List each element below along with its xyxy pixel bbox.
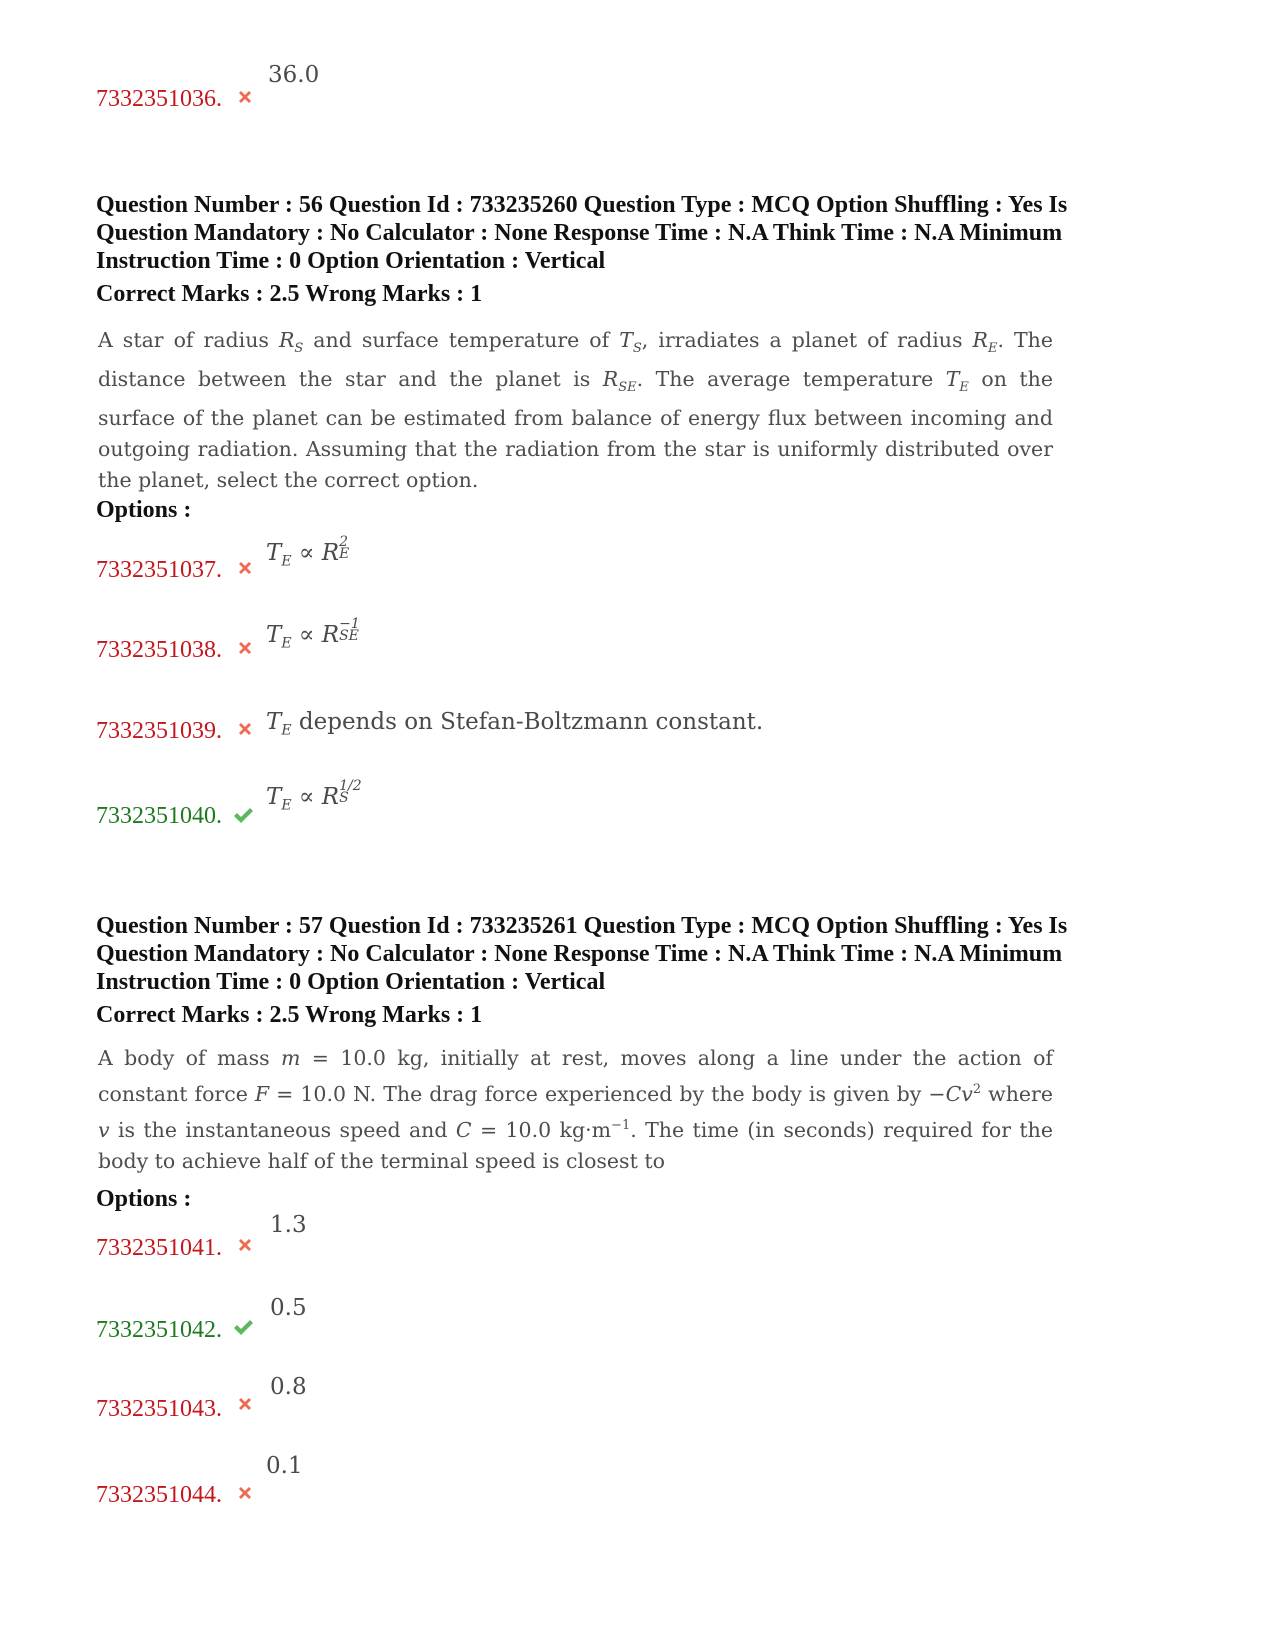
question-text: A body of mass m = 10.0 kg, initially at… — [98, 1046, 1053, 1173]
option-row: 7332351040. — [96, 803, 222, 830]
option-id: 7332351043. — [96, 1396, 222, 1422]
option-row: 7332351043. — [96, 1396, 222, 1423]
check-icon — [234, 1320, 253, 1335]
cross-icon — [239, 723, 251, 735]
option-content: 0.5 — [270, 1295, 307, 1321]
option-content: TE ∝ R −1 SE — [266, 616, 360, 652]
option-id: 7332351038. — [96, 637, 222, 663]
cross-icon — [239, 91, 251, 103]
option-row: 7332351037. — [96, 557, 222, 584]
option-row: 7332351036. — [96, 86, 222, 113]
option-id: 7332351039. — [96, 718, 222, 744]
option-content: 36.0 — [268, 62, 320, 88]
option-content: TE ∝ R2E — [266, 534, 350, 570]
option-row: 7332351042. — [96, 1317, 222, 1344]
options-label: Options : — [96, 1186, 192, 1212]
option-id: 7332351036. — [96, 86, 222, 112]
option-row: 7332351039. — [96, 718, 222, 745]
option-row: 7332351041. — [96, 1235, 222, 1262]
option-row: 7332351044. — [96, 1482, 222, 1509]
option-row: 7332351038. — [96, 637, 222, 664]
option-content: TE ∝ R 1/2 S — [266, 778, 362, 814]
cross-icon — [239, 1487, 251, 1499]
options-label: Options : — [96, 497, 192, 523]
option-id: 7332351044. — [96, 1482, 222, 1508]
option-content: 0.1 — [266, 1453, 303, 1479]
option-id: 7332351042. — [96, 1317, 222, 1343]
option-id: 7332351041. — [96, 1235, 222, 1261]
question-marks: Correct Marks : 2.5 Wrong Marks : 1 — [96, 281, 483, 307]
question-header: Question Number : 56 Question Id : 73323… — [96, 192, 1068, 274]
cross-icon — [239, 562, 251, 574]
cross-icon — [239, 642, 251, 654]
option-id: 7332351037. — [96, 557, 222, 583]
option-content: 0.8 — [270, 1374, 307, 1400]
cross-icon — [239, 1239, 251, 1251]
check-icon — [234, 808, 253, 823]
option-content: TE depends on Stefan-Boltzmann constant. — [266, 709, 764, 739]
question-header: Question Number : 57 Question Id : 73323… — [96, 913, 1068, 995]
option-id: 7332351040. — [96, 803, 222, 829]
question-text: A star of radius RS and surface temperat… — [98, 328, 1053, 493]
option-content: 1.3 — [270, 1212, 307, 1238]
cross-icon — [239, 1398, 251, 1410]
question-marks: Correct Marks : 2.5 Wrong Marks : 1 — [96, 1002, 483, 1028]
